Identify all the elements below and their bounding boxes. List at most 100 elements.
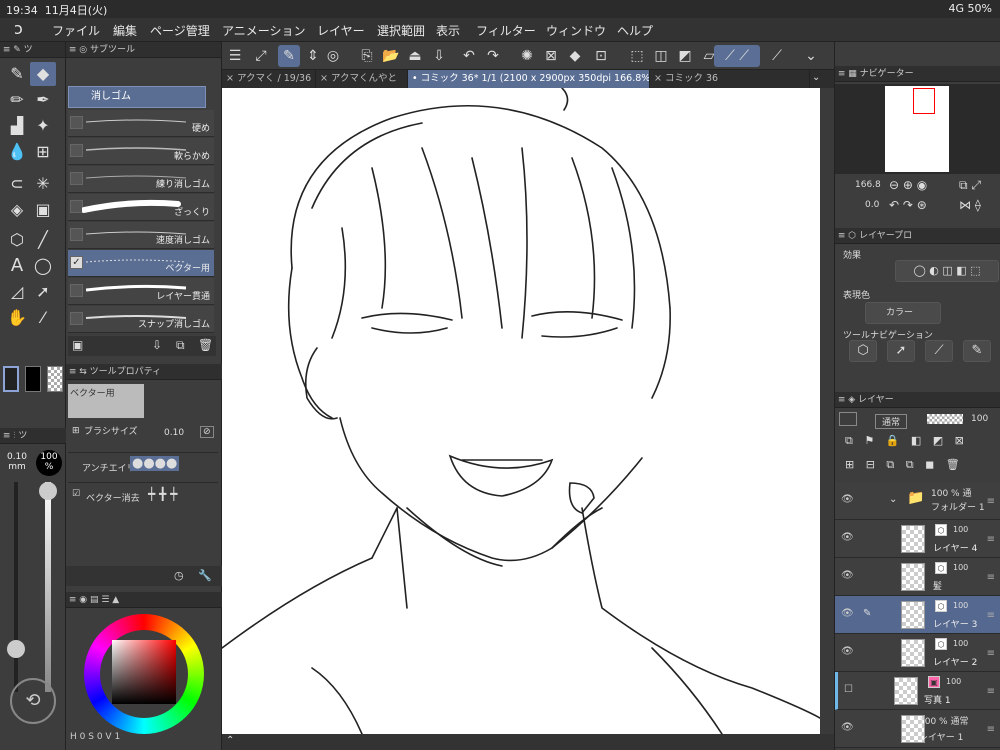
size-slider[interactable] xyxy=(14,482,18,692)
chevron-down-icon[interactable]: ⌄ xyxy=(800,45,822,67)
line-icon[interactable]: ╱ xyxy=(30,228,56,252)
layer-3-selected[interactable]: 👁 ✎ ⬡ 100 レイヤー 3 ≡ xyxy=(835,596,1000,634)
loading-icon[interactable]: ✺ xyxy=(516,45,538,67)
fill-icon[interactable]: ◈ xyxy=(4,198,30,222)
snap-ruler-icon[interactable]: ⟋ ⟋ xyxy=(714,45,760,67)
tab-akuma-2[interactable]: × アクマくんやと xyxy=(316,70,408,88)
balloon-icon[interactable]: ◯ xyxy=(30,254,56,278)
expression-color-select[interactable]: カラー xyxy=(865,302,941,324)
magic-wand-icon[interactable]: ✳ xyxy=(30,172,56,196)
menu-page[interactable]: ページ管理 xyxy=(150,22,210,39)
tab-akuma-1[interactable]: × アクマく / 19/36 xyxy=(222,70,316,88)
layer-photo-1[interactable]: ☐ ▣ 100 写真 1 ≡ xyxy=(835,672,1000,710)
brush-check[interactable] xyxy=(70,172,83,185)
brush-check[interactable] xyxy=(70,312,83,325)
app-logo-icon[interactable]: ↄ xyxy=(14,19,23,38)
drawing-canvas[interactable] xyxy=(222,88,820,734)
eraser-icon[interactable]: ◆ xyxy=(30,62,56,86)
transparent-swatch[interactable] xyxy=(47,366,63,392)
brush-check[interactable] xyxy=(70,228,83,241)
menu-selection[interactable]: 選択範囲 xyxy=(377,22,425,39)
rotate-icon[interactable]: ↶ ↷ ⊛ xyxy=(889,198,927,212)
redo-icon[interactable]: ↷ xyxy=(482,45,504,67)
tabs-chevron-icon[interactable]: ⌄ xyxy=(812,72,820,83)
operation-icon[interactable]: ➚ xyxy=(30,280,56,304)
clear-icon[interactable]: ⊠ xyxy=(540,45,562,67)
edit-icon[interactable]: ✎ xyxy=(278,45,300,67)
grid-icon[interactable]: ⊞ xyxy=(30,140,56,164)
menu-file[interactable]: ファイル xyxy=(52,22,100,39)
tab-comic-36-active[interactable]: • コミック 36* 1/1 (2100 x 2900px 350dpi 166… xyxy=(408,70,650,88)
grip-icon[interactable]: ≡ xyxy=(987,686,995,697)
snap-special-icon[interactable]: ⟋ xyxy=(766,45,788,67)
brush-speed[interactable]: 速度消しゴム xyxy=(68,222,214,249)
main-color-swatch[interactable] xyxy=(3,366,19,392)
eye-icon[interactable]: 👁 xyxy=(841,608,854,619)
tab-comic-36[interactable]: × コミック 36 xyxy=(650,70,810,88)
layer-select-icon[interactable]: ⬡ xyxy=(849,340,877,362)
modifier-key-icon[interactable]: ⟲ xyxy=(10,678,56,724)
grip-icon[interactable]: ≡ xyxy=(987,724,995,735)
menu-window[interactable]: ウィンドウ xyxy=(546,22,606,39)
brush-hard[interactable]: 硬め xyxy=(68,110,214,137)
menu-view[interactable]: 表示 xyxy=(436,22,460,39)
eye-icon[interactable]: 👁 xyxy=(841,532,854,543)
open-icon[interactable]: 📂 xyxy=(380,45,402,67)
brush-check[interactable]: ✓ xyxy=(70,256,83,269)
eyedropper-icon[interactable]: ⁄ xyxy=(30,306,56,330)
grip-icon[interactable]: ≡ xyxy=(987,496,995,507)
layer-4[interactable]: 👁 ⬡ 100 レイヤー 4 ≡ xyxy=(835,520,1000,558)
pencil-icon[interactable]: ✏ xyxy=(4,88,30,112)
new-file-icon[interactable]: ⎘ xyxy=(356,45,378,67)
selection-area-icon[interactable]: ◩ xyxy=(674,45,696,67)
gradient-icon[interactable]: ▣ xyxy=(30,198,56,222)
brush-snap[interactable]: スナップ消しゴム xyxy=(68,306,214,333)
save-icon[interactable]: ⇩ xyxy=(428,45,450,67)
brush-size-value[interactable]: 0.10 xyxy=(164,428,184,438)
brush-icon[interactable]: ✒ xyxy=(30,88,56,112)
blend-mode-select[interactable]: 通常 xyxy=(875,414,908,429)
eye-icon[interactable]: 👁 xyxy=(841,722,854,733)
clip-icon[interactable] xyxy=(839,412,857,426)
blend-icon[interactable]: 💧 xyxy=(4,140,30,164)
eye-icon[interactable]: 👁 xyxy=(841,494,854,505)
opacity-slider[interactable] xyxy=(45,482,51,692)
object-select-icon[interactable]: ➚ xyxy=(887,340,915,362)
lasso-icon[interactable]: ⊂ xyxy=(4,172,30,196)
menu-edit[interactable]: 編集 xyxy=(113,22,137,39)
pen-icon[interactable]: ✎ xyxy=(4,62,30,86)
figure-icon[interactable]: ⬡ xyxy=(4,228,30,252)
menu-animation[interactable]: アニメーション xyxy=(222,22,306,39)
layer-tools-row-2[interactable]: ⊞ ⊟ ⧉ ⧉ ◼ 🗑 xyxy=(845,458,1000,472)
plus-icon[interactable]: ⊞ xyxy=(72,426,80,436)
brush-check[interactable] xyxy=(70,144,83,157)
folder-expand-icon[interactable]: ⌄ xyxy=(889,494,897,505)
antialias-row[interactable]: アンチエイリ ●●●● xyxy=(68,452,218,478)
eye-hidden-icon[interactable]: ☐ xyxy=(844,684,853,695)
subtool-settings-icon[interactable]: ▣ xyxy=(72,338,83,352)
zoom-out-icon[interactable]: ⊖ ⊕ ◉ xyxy=(889,178,927,192)
airbrush-icon[interactable]: ▟ xyxy=(4,114,30,138)
zoom-value[interactable]: 166.8 xyxy=(855,180,881,190)
fit-icon[interactable]: ⧉ ⤢ xyxy=(959,178,981,193)
navigator-preview[interactable] xyxy=(835,84,1000,174)
brush-kneaded[interactable]: 練り消しゴム xyxy=(68,166,214,193)
invert-selection-icon[interactable]: ◫ xyxy=(650,45,672,67)
brush-rough[interactable]: ざっくり xyxy=(68,194,214,221)
sparkle-icon[interactable]: ✦ xyxy=(30,114,56,138)
angle-value[interactable]: 0.0 xyxy=(865,200,879,210)
layer-tools-row-1[interactable]: ⧉ ⚑ 🔒 ◧ ◩ ⊠ xyxy=(845,434,1000,448)
duplicate-icon[interactable]: ⧉ xyxy=(176,338,185,353)
clock-icon[interactable]: ◷ xyxy=(174,569,184,582)
menu-icon[interactable]: ☰ xyxy=(224,45,246,67)
antialias-option-icon[interactable]: ●●●● xyxy=(130,456,180,471)
navigator-viewport[interactable] xyxy=(913,88,935,114)
brush-vector[interactable]: ✓ ベクター用 xyxy=(68,250,214,277)
fill-selection-icon[interactable]: ◆ xyxy=(564,45,586,67)
layer-2[interactable]: 👁 ⬡ 100 レイヤー 2 ≡ xyxy=(835,634,1000,672)
flip-icon[interactable]: ⋈ ⟠ xyxy=(959,198,981,212)
pen-nav-icon[interactable]: ✎ xyxy=(963,340,991,362)
text-icon[interactable]: A xyxy=(4,254,30,278)
subtool-group-eraser[interactable]: 消しゴム xyxy=(68,86,206,108)
companion-icon[interactable]: ◎ xyxy=(322,45,344,67)
